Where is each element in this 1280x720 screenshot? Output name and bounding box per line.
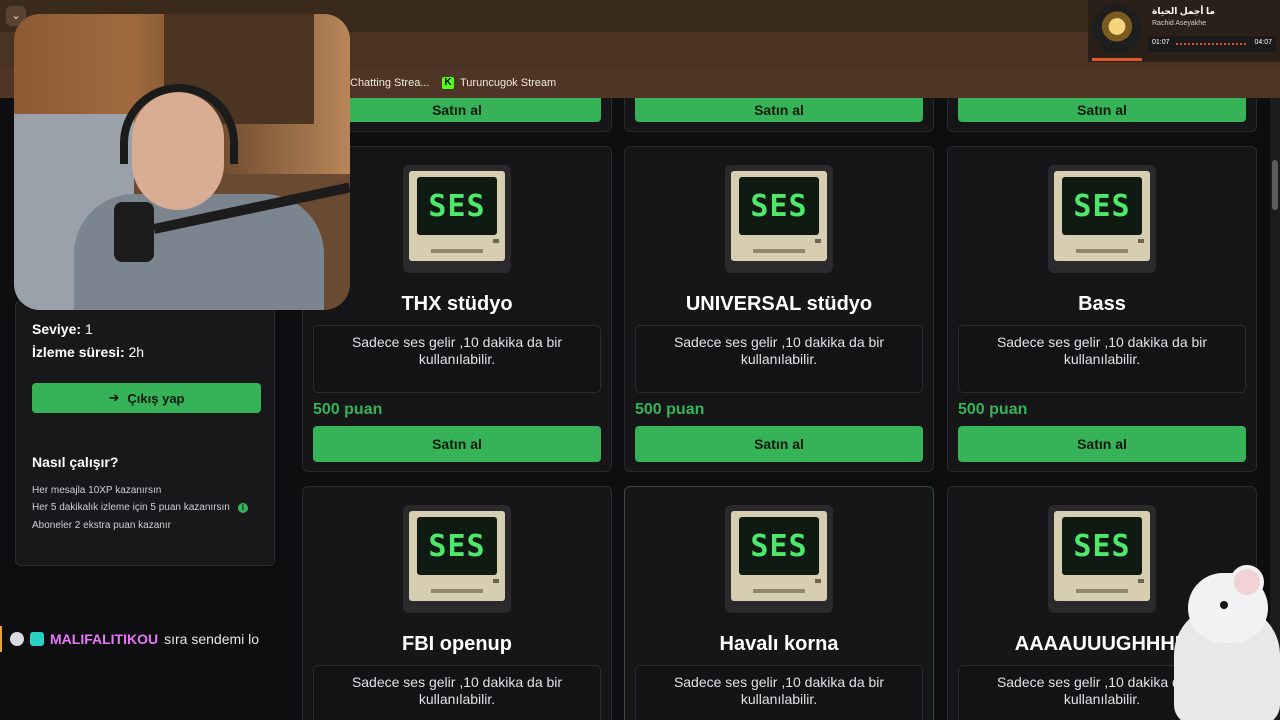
ses-monitor-icon: SES [1048,505,1156,613]
icon-text: SES [417,517,497,575]
kick-icon: K [442,77,454,89]
bookmark-turuncugok-stream[interactable]: K Turuncugok Stream [442,68,556,98]
item-description: Sadece ses gelir ,10 dakika da bir kulla… [313,665,601,720]
bookmark-label: Turuncugok Stream [460,77,557,89]
elapsed-time: 01:07 [1152,39,1170,46]
icon-text: SES [1062,517,1142,575]
item-description: Sadece ses gelir ,10 dakika da bir kulla… [635,325,923,393]
logout-label: Çıkış yap [127,390,185,406]
how-line-text: Her 5 dakikalık izleme için 5 puan kazan… [32,502,230,513]
progress-indicator [1092,58,1142,61]
store-item-card: SES UNIVERSAL stüdyo Sadece ses gelir ,1… [624,146,934,472]
item-title: UNIVERSAL stüdyo [685,293,873,315]
track-duration: 04:07 [1254,39,1272,46]
store-item-card: SES Havalı korna Sadece ses gelir ,10 da… [624,486,934,720]
how-it-works-title: Nasıl çalışır? [32,454,119,470]
logout-icon: ➜ [108,390,120,405]
icon-text: SES [1062,177,1142,235]
item-title: THX stüdyo [401,293,513,315]
buy-button[interactable]: Satın al [635,426,923,462]
store-item-card: SES FBI openup Sadece ses gelir ,10 daki… [302,486,612,720]
how-line-text: Aboneler 2 ekstra puan kazanır [32,520,171,531]
buy-button[interactable]: Satın al [958,426,1246,462]
buy-button[interactable]: Satın al [958,98,1246,122]
item-price: 500 puan [313,401,383,418]
bookmark-chatting-stream[interactable]: Chatting Strea... [350,68,430,98]
info-icon[interactable]: i [237,502,248,513]
user-panel: Seviye: 1 İzleme süresi: 2h ➜ Çıkış yap … [15,300,275,566]
watch-time-stat: İzleme süresi: 2h [32,344,144,360]
watch-time-value: 2h [128,344,145,360]
chat-text: sıra sendemi lo [164,631,260,647]
webcam-overlay [14,14,350,310]
item-description: Sadece ses gelir ,10 dakika da bir kulla… [958,325,1246,393]
ses-monitor-icon: SES [403,505,511,613]
how-it-works-line: Her 5 dakikalık izleme için 5 puan kazan… [32,502,248,513]
item-title: FBI openup [402,633,512,655]
icon-text: SES [739,517,819,575]
buy-button[interactable]: Satın al [313,426,601,462]
item-price: 500 puan [958,401,1028,418]
how-it-works-line: Her mesajla 10XP kazanırsın [32,485,161,496]
item-price: 500 puan [635,401,705,418]
how-line-text: Her mesajla 10XP kazanırsın [32,485,162,496]
track-artist: Rachid Aseyakhe [1152,20,1207,27]
logout-button[interactable]: ➜ Çıkış yap [32,383,261,413]
item-title: Bass [1078,293,1126,315]
ses-monitor-icon: SES [1048,165,1156,273]
item-description: Sadece ses gelir ,10 dakika da bir kulla… [635,665,923,720]
playback-bar[interactable]: 01:07 04:07 [1148,36,1276,52]
how-it-works-line: Aboneler 2 ekstra puan kazanır [32,520,171,531]
ses-monitor-icon: SES [725,165,833,273]
buy-button[interactable]: Satın al [313,98,601,122]
level-stat: Seviye: 1 [32,321,93,337]
scrollbar-thumb[interactable] [1272,160,1278,210]
item-description: Sadece ses gelir ,10 dakika da bir kulla… [313,325,601,393]
chat-username[interactable]: MALIFALITIKOU [50,631,158,647]
progress-track[interactable] [1176,43,1246,45]
card-partial: Satın al [947,98,1257,132]
store-item-card: SES Bass Sadece ses gelir ,10 dakika da … [947,146,1257,472]
ses-monitor-icon: SES [725,505,833,613]
track-title: ما أجمل الحياة [1152,6,1215,16]
level-label: Seviye: [32,321,82,337]
album-art [1092,4,1142,54]
skull-badge-icon [10,632,24,646]
media-player-widget[interactable]: ما أجمل الحياة Rachid Aseyakhe 01:07 04:… [1088,0,1280,62]
subscriber-badge-icon [30,632,44,646]
item-title: Havalı korna [719,633,839,655]
ses-monitor-icon: SES [403,165,511,273]
mouse-overlay [1160,565,1280,720]
buy-button[interactable]: Satın al [635,98,923,122]
chat-message: MALIFALITIKOU sıra sendemi lo [0,626,300,652]
icon-text: SES [417,177,497,235]
level-value: 1 [84,321,93,337]
watch-time-label: İzleme süresi: [32,344,125,360]
card-partial: Satın al [624,98,934,132]
bookmark-label: Chatting Strea... [350,77,430,89]
icon-text: SES [739,177,819,235]
